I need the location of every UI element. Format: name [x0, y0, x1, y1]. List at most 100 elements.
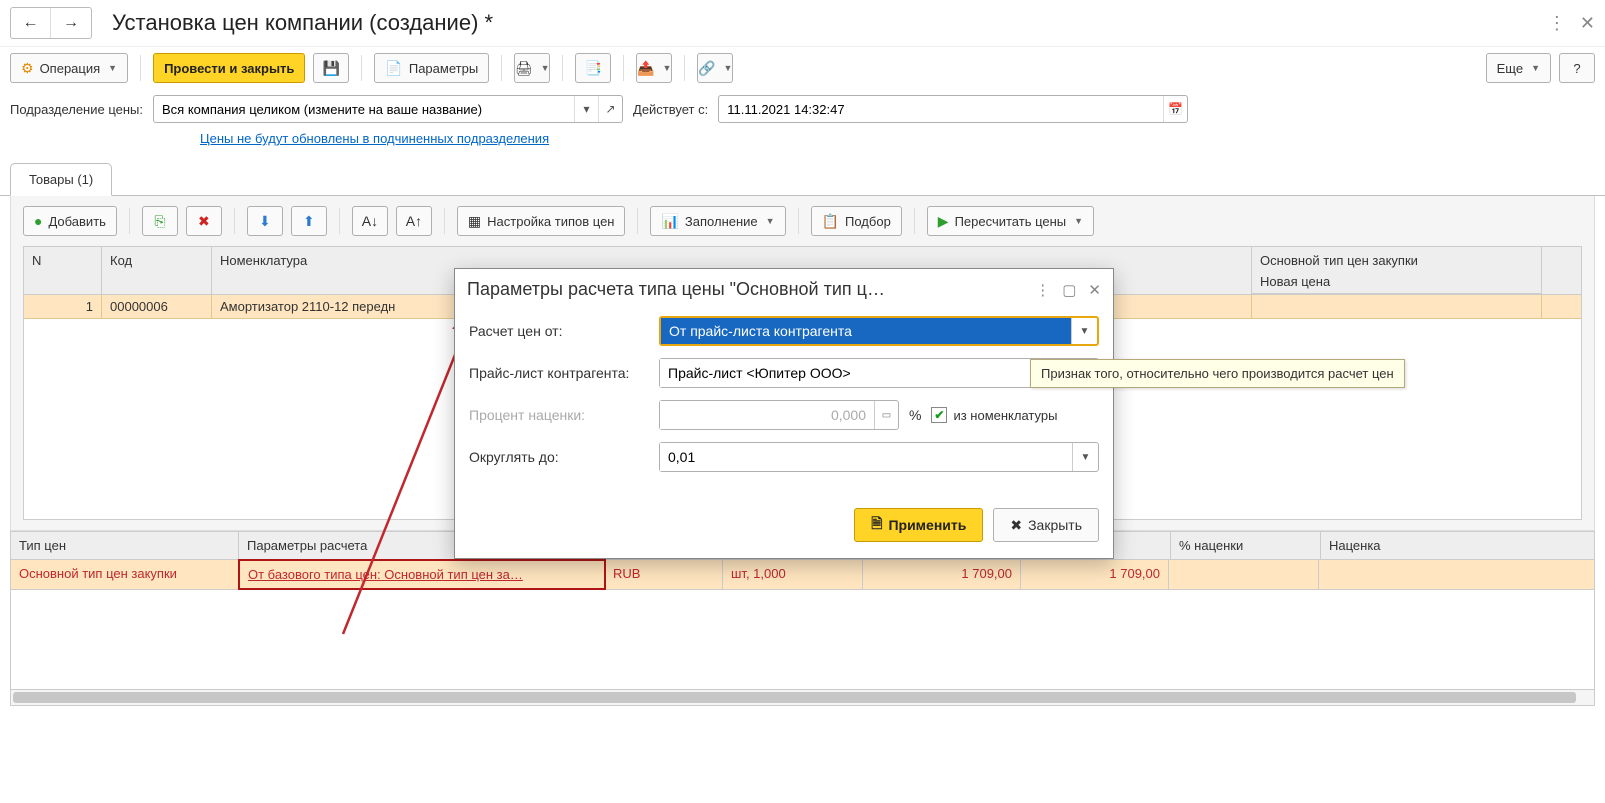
col-newprice-label: Новая цена	[1260, 274, 1533, 289]
effective-field[interactable]: 📅	[718, 95, 1188, 123]
post-close-button[interactable]: Провести и закрыть	[153, 53, 305, 83]
gear-icon: ⚙	[21, 60, 34, 77]
scroll-thumb[interactable]	[13, 692, 1576, 703]
back-button[interactable]: ←	[11, 8, 51, 38]
chevron-down-icon: ▼	[1531, 63, 1540, 73]
printer-icon: 🖨	[515, 60, 533, 77]
more-label: Еще	[1497, 61, 1523, 76]
cell-n: 1	[24, 295, 102, 318]
cell-newprice[interactable]	[1252, 295, 1542, 318]
pick-button[interactable]: 📋 Подбор	[811, 206, 902, 236]
col2-type: Тип цен	[11, 532, 239, 559]
dialog-maximize-icon[interactable]: ▢	[1062, 281, 1076, 299]
pricelist-input[interactable]	[660, 359, 1046, 387]
sort-desc-icon: A↑	[406, 213, 422, 229]
cell2-params[interactable]: От базового типа цен: Основной тип цен з…	[238, 559, 606, 590]
division-field[interactable]: ▾ ↗	[153, 95, 623, 123]
cell-code: 00000006	[102, 295, 212, 318]
params-label: Параметры	[409, 61, 478, 76]
calendar-icon[interactable]: 📅	[1163, 96, 1187, 122]
delete-row-button[interactable]: ✖	[186, 206, 222, 236]
move-down-button[interactable]: ⬇	[247, 206, 283, 236]
fill-button[interactable]: 📊 Заполнение ▼	[650, 206, 785, 236]
horizontal-scrollbar[interactable]	[10, 690, 1595, 706]
from-nomen-label: из номенклатуры	[953, 408, 1057, 423]
forward-button[interactable]: →	[51, 8, 91, 38]
sort-asc-icon: A↓	[362, 213, 378, 229]
add-button[interactable]: ● Добавить	[23, 206, 117, 236]
cell2-unit: шт, 1,000	[723, 560, 863, 589]
round-field[interactable]: ▼	[659, 442, 1099, 472]
col2-markup: Наценка	[1321, 532, 1594, 559]
markup-label: Процент наценки:	[469, 407, 659, 423]
calculator-icon[interactable]: ▭	[874, 401, 898, 429]
print-button[interactable]: 🖨 ▼	[514, 53, 550, 83]
recalc-label: Пересчитать цены	[955, 214, 1067, 229]
effective-label: Действует с:	[633, 102, 708, 117]
copy-button[interactable]: 📑	[575, 53, 611, 83]
operation-button[interactable]: ⚙ Операция ▼	[10, 53, 128, 83]
params-button[interactable]: 📄 Параметры	[374, 53, 489, 83]
grid2-row[interactable]: Основной тип цен закупки От базового тип…	[10, 559, 1595, 590]
types-button[interactable]: ▦ Настройка типов цен	[457, 206, 626, 236]
round-input[interactable]	[660, 443, 1072, 471]
round-label: Округлять до:	[469, 449, 659, 465]
add-label: Добавить	[48, 214, 105, 229]
plus-icon: ●	[34, 213, 42, 229]
kebab-icon[interactable]: ⋮	[1548, 13, 1566, 34]
tab-goods[interactable]: Товары (1)	[10, 163, 112, 196]
pick-label: Подбор	[845, 214, 891, 229]
markup-field[interactable]: ▭	[659, 400, 899, 430]
grid2-empty	[10, 590, 1595, 690]
link-icon: 🔗	[698, 60, 715, 77]
from-nomen-checkbox[interactable]: ✔	[931, 407, 947, 423]
col-n: N	[24, 247, 102, 294]
chevron-down-icon[interactable]: ▼	[1072, 443, 1098, 471]
post-close-label: Провести и закрыть	[164, 61, 294, 76]
copy-row-button[interactable]: ⎘	[142, 206, 178, 236]
more-button[interactable]: Еще ▼	[1486, 53, 1551, 83]
dropdown-icon[interactable]: ▾	[574, 96, 598, 122]
close-icon: ✖	[1010, 517, 1022, 534]
chevron-down-icon[interactable]: ▼	[1071, 318, 1097, 344]
help-button[interactable]: ?	[1559, 53, 1595, 83]
markup-input[interactable]	[660, 401, 874, 429]
copy-icon: 📑	[584, 60, 601, 77]
params-dialog: Параметры расчета типа цены "Основной ти…	[454, 268, 1114, 559]
recalc-button[interactable]: ▶ Пересчитать цены ▼	[927, 206, 1094, 236]
delete-icon: ✖	[198, 213, 210, 230]
pricelist-label: Прайс-лист контрагента:	[469, 365, 659, 381]
link-button[interactable]: 🔗 ▼	[697, 53, 733, 83]
close-button[interactable]: ✖ Закрыть	[993, 508, 1099, 542]
page-title: Установка цен компании (создание) *	[112, 10, 1548, 36]
dialog-kebab-icon[interactable]: ⋮	[1035, 281, 1050, 299]
open-icon[interactable]: ↗	[598, 96, 622, 122]
calc-field[interactable]: От прайс-листа контрагента ▼	[659, 316, 1099, 346]
info-link[interactable]: Цены не будут обновлены в подчиненных по…	[200, 129, 549, 154]
move-up-button[interactable]: ⬆	[291, 206, 327, 236]
apply-label: Применить	[888, 517, 966, 533]
types-label: Настройка типов цен	[487, 214, 614, 229]
pct-label: %	[909, 407, 921, 423]
sort-desc-button[interactable]: A↑	[396, 206, 432, 236]
export-button[interactable]: 📤 ▼	[636, 53, 672, 83]
col-code: Код	[102, 247, 212, 294]
chevron-down-icon: ▼	[108, 63, 117, 73]
save-button[interactable]: 💾	[313, 53, 349, 83]
division-input[interactable]	[154, 96, 574, 122]
arrow-up-icon: ⬆	[303, 213, 315, 230]
chevron-down-icon: ▼	[766, 216, 775, 226]
chevron-down-icon: ▼	[723, 63, 732, 73]
dialog-close-icon[interactable]: ✕	[1088, 281, 1101, 299]
export-icon: 📤	[637, 60, 654, 77]
calc-input[interactable]: От прайс-листа контрагента	[661, 318, 1071, 344]
chevron-down-icon: ▼	[1074, 216, 1083, 226]
list-icon: 📋	[822, 213, 839, 230]
apply-button[interactable]: 🗎 Применить	[854, 508, 983, 542]
play-icon: ▶	[938, 213, 949, 230]
sort-asc-button[interactable]: A↓	[352, 206, 388, 236]
duplicate-icon: ⎘	[154, 213, 165, 230]
tooltip: Признак того, относительно чего производ…	[1030, 359, 1405, 388]
effective-input[interactable]	[719, 96, 1163, 122]
close-window-icon[interactable]: ✕	[1580, 13, 1595, 34]
